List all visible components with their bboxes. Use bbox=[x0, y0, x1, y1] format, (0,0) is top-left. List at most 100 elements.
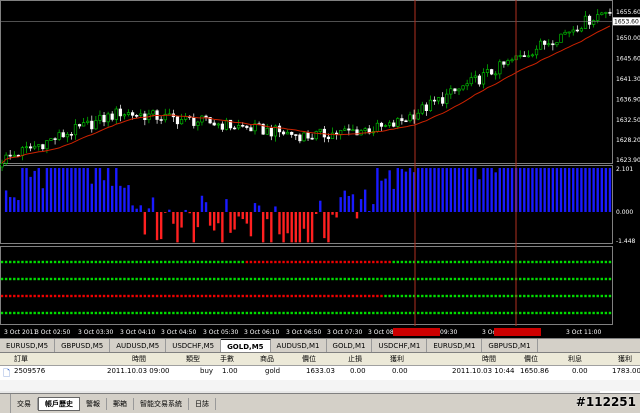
terminal-tab[interactable]: 郵箱 bbox=[107, 397, 134, 410]
signal-dot bbox=[417, 311, 420, 315]
candle-body bbox=[281, 131, 286, 135]
signal-dot bbox=[384, 260, 387, 264]
signal-dot bbox=[66, 311, 69, 315]
terminal-tab[interactable]: 日誌 bbox=[189, 397, 216, 410]
chart-tab[interactable]: AUDUSD,M1 bbox=[271, 339, 327, 352]
candle-body bbox=[114, 108, 118, 120]
chart-tab[interactable]: USDCHF,M5 bbox=[166, 339, 222, 352]
chart-window[interactable]: 1655.60 1650.00 1645.60 1641.30 1636.90 1632.… bbox=[0, 0, 640, 338]
signal-dot bbox=[4, 294, 8, 298]
signal-dot bbox=[168, 277, 171, 281]
signal-dot bbox=[135, 294, 138, 298]
table-row[interactable]: 🗋 2509576 2011.10.03 09:00 buy 1.00 gold… bbox=[0, 366, 640, 379]
chart-tab[interactable]: GOLD,M5 bbox=[221, 339, 271, 353]
chart-tab[interactable]: AUDUSD,M5 bbox=[110, 339, 167, 352]
price-axis-label: 1650.00 bbox=[616, 35, 640, 42]
signal-dot bbox=[102, 277, 106, 281]
candle-body bbox=[351, 129, 355, 132]
signal-dot bbox=[315, 260, 318, 264]
terminal-tab[interactable]: 智能交易系統 bbox=[134, 397, 189, 410]
col-tp[interactable]: 獲利 bbox=[390, 354, 404, 364]
signal-dot bbox=[135, 311, 138, 315]
indicator-axis-label: 2.101 bbox=[616, 166, 633, 173]
candle-body bbox=[86, 120, 90, 123]
signal-dot bbox=[82, 311, 85, 315]
signal-dot bbox=[282, 260, 285, 264]
signal-dot bbox=[319, 260, 322, 264]
signal-dot bbox=[233, 260, 236, 264]
signal-dot bbox=[502, 294, 506, 298]
col-type[interactable]: 類型 bbox=[186, 354, 200, 364]
signal-dot bbox=[543, 277, 546, 281]
candle-body bbox=[135, 115, 139, 117]
candle-body bbox=[494, 73, 498, 76]
signal-dot bbox=[600, 260, 603, 264]
signal-dot bbox=[486, 277, 489, 281]
candle-body bbox=[37, 144, 41, 147]
time-axis-label: 3 Oct 06:50 bbox=[286, 329, 321, 336]
chart-tab[interactable]: GOLD,M1 bbox=[327, 339, 373, 352]
col-profit[interactable]: 獲利 bbox=[618, 354, 632, 364]
price-axis-label: 1641.30 bbox=[616, 76, 640, 83]
candle-body bbox=[538, 40, 543, 50]
signal-dot bbox=[445, 260, 448, 264]
col-sl[interactable]: 止損 bbox=[348, 354, 362, 364]
chart-tab[interactable]: EURUSD,M1 bbox=[427, 339, 483, 352]
cell-close-price: 1650.86 bbox=[520, 367, 549, 375]
signal-dot bbox=[319, 311, 322, 315]
col-swap[interactable]: 利息 bbox=[568, 354, 582, 364]
chart-canvas[interactable]: 1655.60 1650.00 1645.60 1641.30 1636.90 1632.… bbox=[0, 0, 640, 338]
signal-dot bbox=[200, 260, 204, 264]
candle-body bbox=[420, 104, 424, 114]
signal-dot bbox=[572, 294, 575, 298]
signal-dot bbox=[331, 294, 334, 298]
candle-body bbox=[16, 154, 20, 157]
signal-dot bbox=[351, 277, 355, 281]
col-open-time[interactable]: 時間 bbox=[132, 354, 146, 364]
candle-body bbox=[392, 122, 396, 127]
signal-dot bbox=[135, 277, 138, 281]
chart-tab[interactable]: GBPUSD,M1 bbox=[482, 339, 538, 352]
signal-dot bbox=[572, 311, 575, 315]
signal-dot bbox=[257, 260, 261, 264]
signal-dot bbox=[531, 311, 534, 315]
signal-dot bbox=[78, 260, 81, 264]
time-axis-label: 3 Oct 02:50 bbox=[35, 329, 70, 336]
terminal-tab[interactable]: 警報 bbox=[80, 397, 107, 410]
signal-dot bbox=[417, 294, 420, 298]
signal-dot bbox=[143, 311, 147, 315]
signal-dot bbox=[347, 260, 351, 264]
signal-dot bbox=[539, 277, 542, 281]
terminal-tab[interactable]: 交易 bbox=[11, 397, 38, 410]
chart-tab[interactable]: EURUSD,M5 bbox=[0, 339, 56, 352]
signal-dot bbox=[98, 294, 102, 298]
signal-dot bbox=[270, 277, 273, 281]
signal-dot bbox=[139, 311, 142, 315]
signal-dot bbox=[474, 311, 477, 315]
candle-body bbox=[200, 115, 204, 123]
signal-dot bbox=[57, 294, 61, 298]
signal-dot bbox=[196, 294, 200, 298]
candle-body bbox=[551, 43, 555, 46]
signal-dot bbox=[392, 260, 395, 264]
signal-dot bbox=[608, 294, 612, 298]
chart-tab[interactable]: USDCHF,M1 bbox=[372, 339, 428, 352]
signal-dot bbox=[592, 260, 595, 264]
cell-order: 2509576 bbox=[14, 367, 46, 375]
signal-dot bbox=[266, 277, 269, 281]
signal-dot bbox=[188, 260, 191, 264]
signal-dot bbox=[82, 260, 85, 264]
col-close-price[interactable]: 價位 bbox=[524, 354, 538, 364]
col-lots[interactable]: 手數 bbox=[220, 354, 234, 364]
col-symbol[interactable]: 商品 bbox=[260, 354, 274, 364]
signal-dot bbox=[225, 277, 228, 281]
candle-body bbox=[485, 69, 490, 73]
signal-dot bbox=[331, 311, 334, 315]
terminal-tab[interactable]: 帳戶歷史 bbox=[38, 396, 80, 411]
col-open-price[interactable]: 價位 bbox=[302, 354, 316, 364]
signal-dot bbox=[17, 294, 20, 298]
col-order[interactable]: 訂單 bbox=[14, 354, 28, 364]
signal-dot bbox=[457, 294, 461, 298]
chart-tab[interactable]: GBPUSD,M5 bbox=[55, 339, 111, 352]
col-close-time[interactable]: 時間 bbox=[482, 354, 496, 364]
